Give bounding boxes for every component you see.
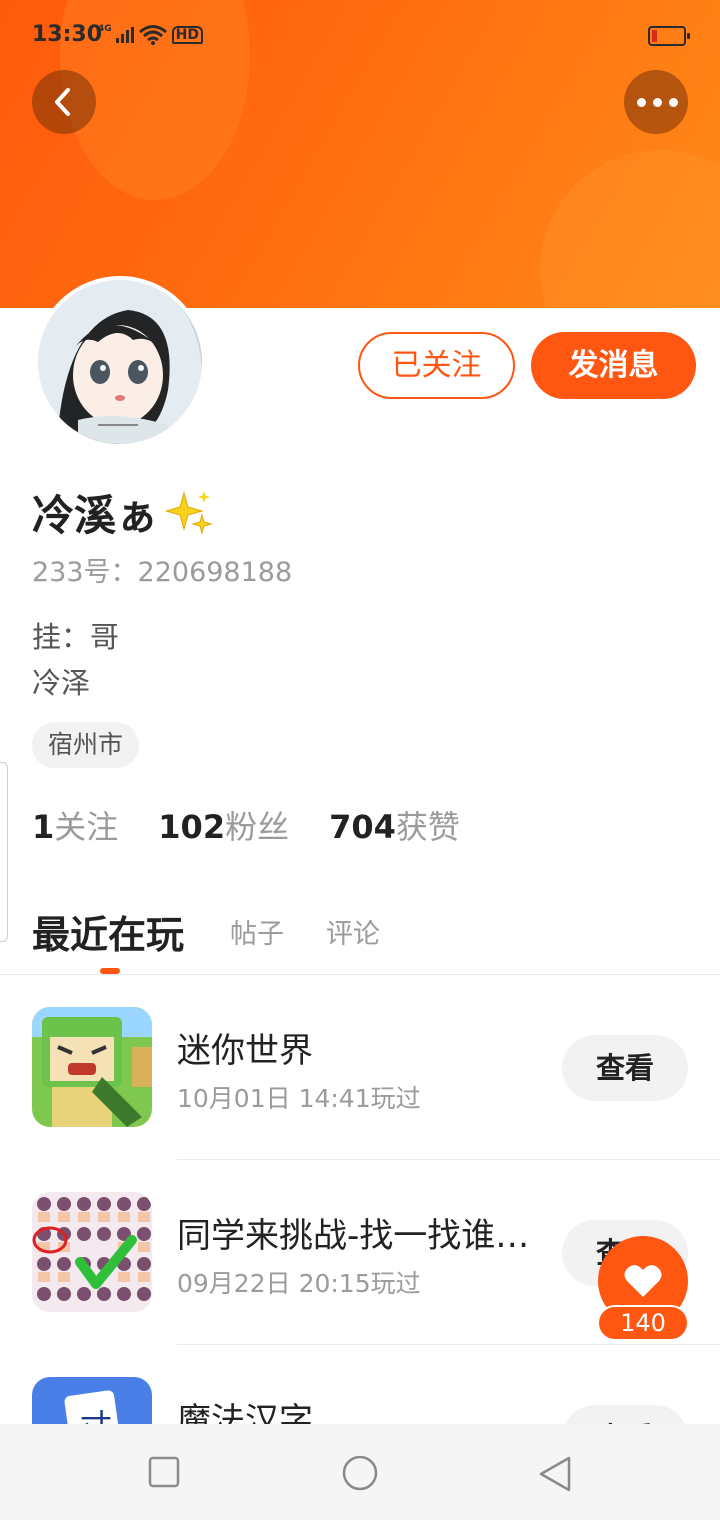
side-drawer-handle[interactable]: [0, 762, 8, 942]
more-dots-icon: [637, 98, 678, 107]
location-tag: 宿州市: [32, 722, 140, 768]
profile-tabs: 最近在玩 帖子 评论: [32, 900, 692, 960]
back-button[interactable]: [32, 70, 96, 134]
battery-icon: [648, 26, 690, 46]
stats-row: 1关注 102粉丝 704获赞: [32, 802, 460, 848]
played-time: 10月01日 14:41玩过: [177, 1084, 421, 1113]
more-button[interactable]: [624, 70, 688, 134]
banner-decoration: [540, 150, 720, 308]
status-time: 13:30: [32, 22, 103, 47]
game-title: 迷你世界: [177, 1031, 313, 1071]
stat-likes[interactable]: 704获赞: [329, 802, 460, 848]
game-icon: [32, 1192, 152, 1312]
status-icons: 4G HD: [98, 24, 203, 46]
like-count: 140: [597, 1305, 689, 1341]
message-button[interactable]: 发消息: [531, 332, 696, 399]
avatar-image: [38, 280, 202, 444]
game-list-item[interactable]: 迷你世界 10月01日 14:41玩过 查看: [0, 975, 720, 1160]
chevron-left-icon: [55, 88, 70, 116]
bio-line: 冷泽: [32, 666, 91, 700]
view-button[interactable]: 查看: [562, 1035, 688, 1101]
signal-icon: [115, 27, 134, 43]
back-triangle-icon[interactable]: [537, 1456, 573, 1492]
game-title: 同学来挑战-找一找谁…: [177, 1216, 530, 1256]
system-nav-bar: [0, 1424, 720, 1520]
stat-followers[interactable]: 102粉丝: [158, 802, 289, 848]
tab-comments[interactable]: 评论: [326, 912, 380, 951]
sparkle-icon: [166, 490, 213, 535]
recent-apps-icon[interactable]: [148, 1456, 180, 1488]
bio-line: 挂：哥: [32, 620, 120, 654]
avatar[interactable]: [34, 276, 206, 448]
stat-following[interactable]: 1关注: [32, 802, 118, 848]
follow-button[interactable]: 已关注: [358, 332, 515, 399]
network-type: 4G: [98, 24, 112, 34]
tab-recent-play[interactable]: 最近在玩: [32, 904, 184, 959]
game-icon: [32, 1007, 152, 1127]
heart-icon: [624, 1265, 662, 1297]
wifi-icon: [138, 25, 167, 45]
username-row: 冷溪ぁ: [32, 482, 214, 543]
battery-level: [652, 30, 657, 42]
tab-posts[interactable]: 帖子: [230, 912, 284, 951]
hd-icon: HD: [171, 26, 203, 44]
played-time: 09月22日 20:15玩过: [177, 1269, 421, 1298]
username: 冷溪ぁ: [32, 491, 159, 540]
home-icon[interactable]: [341, 1456, 379, 1492]
user-id: 233号：220698188: [32, 557, 293, 588]
status-bar: 13:30 4G HD: [0, 18, 720, 58]
